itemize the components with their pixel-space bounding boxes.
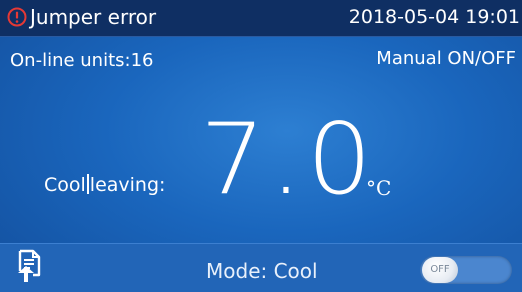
online-units-label: On-line units: (10, 50, 131, 71)
toggle-knob[interactable]: OFF (422, 257, 458, 283)
datetime-display: 2018-05-04 19:01 (348, 6, 520, 28)
temp-label-part1: Cool (44, 174, 86, 196)
exclamation-circle-icon[interactable] (7, 7, 27, 27)
leaving-temperature-value: 7.0 (200, 103, 377, 217)
mode-label: Mode: Cool (206, 259, 318, 283)
temp-label-part2: leaving: (89, 174, 166, 196)
temperature-unit: °C (366, 176, 392, 200)
exit-document-icon[interactable] (16, 249, 42, 283)
alert-message[interactable]: Jumper error (30, 5, 156, 29)
on-off-toggle[interactable]: OFF (420, 256, 512, 284)
manual-on-off-link[interactable]: Manual ON/OFF (376, 47, 516, 71)
online-units: On-line units:16 (10, 49, 154, 73)
online-units-value: 16 (130, 50, 154, 71)
cool-leaving-label: Cool leaving: (44, 172, 165, 198)
text-cursor (86, 174, 89, 194)
